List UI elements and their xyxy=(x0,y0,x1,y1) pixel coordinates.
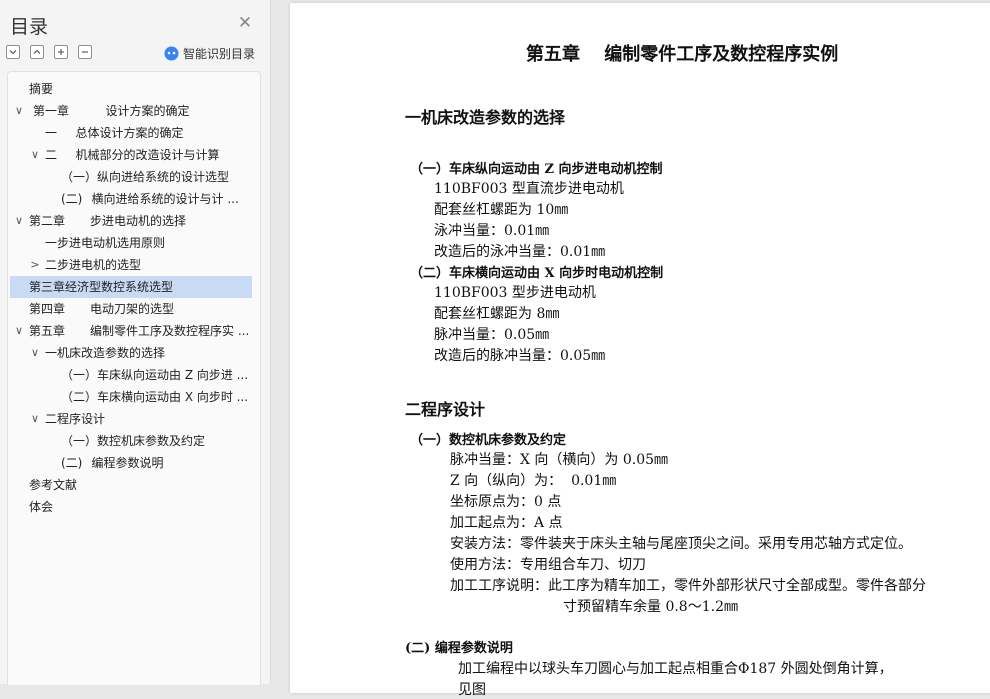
collapse-all-icon xyxy=(9,50,17,55)
toc-item-abstract[interactable]: 摘要 xyxy=(10,78,252,100)
toc-item-label: 第五章 编制零件工序及数控程序实 ... xyxy=(29,324,250,338)
body-line: 110BF003 型直流步进电动机 xyxy=(434,181,624,197)
toc-panel: 目录 ✕ 智能识别目录 摘要 ∨ 第一章 设计方案的确定 一 总体设计方案的确定… xyxy=(0,0,271,685)
toc-item-reflections[interactable]: 体会 xyxy=(10,496,252,518)
collapse-all-button[interactable] xyxy=(6,45,20,59)
toc-item-motor-selection[interactable]: > 二步进电机的选型 xyxy=(10,254,252,276)
body-line: 寸预留精车余量 0.8～1.2㎜ xyxy=(563,599,738,615)
close-icon: ✕ xyxy=(237,13,253,33)
toc-item-transverse-feed[interactable]: (二) 横向进给系统的设计与计 ... xyxy=(10,188,252,210)
toc-item-label: 二 机械部分的改造设计与计算 xyxy=(45,148,220,162)
toc-item-label: 一机床改造参数的选择 xyxy=(45,346,166,360)
toc-item-label: 第二章 步进电动机的选择 xyxy=(29,214,187,228)
section-heading: 一机床改造参数的选择 xyxy=(405,108,566,127)
body-line: 加工起点为：A 点 xyxy=(450,515,563,531)
body-line: 加工编程中以球头车刀圆心与加工起点相重合Φ187 外圆处倒角计算， xyxy=(458,661,893,677)
chevron-down-icon[interactable]: ∨ xyxy=(12,320,26,342)
subsection-heading: （二）车床横向运动由 X 向步时电动机控制 xyxy=(410,266,664,281)
toc-item-label: （一）数控机床参数及约定 xyxy=(61,434,206,448)
toc-item-cnc-parameters[interactable]: （一）数控机床参数及约定 xyxy=(10,430,252,452)
body-line: 脉冲当量：X 向（横向）为 0.05㎜ xyxy=(450,452,669,468)
chevron-right-icon[interactable]: > xyxy=(28,254,42,276)
toc-item-overall-design[interactable]: 一 总体设计方案的确定 xyxy=(10,122,252,144)
body-line: 改造后的泳冲当量：0.01㎜ xyxy=(434,244,606,260)
toc-item-parameter-selection[interactable]: ∨ 一机床改造参数的选择 xyxy=(10,342,252,364)
toc-item-programming-parameters[interactable]: (二) 编程参数说明 xyxy=(10,452,252,474)
body-line: 泳冲当量：0.01㎜ xyxy=(434,223,550,239)
toc-item-label: 二程序设计 xyxy=(45,412,106,426)
toc-item-label: （二）车床横向运动由 X 向步时 ... xyxy=(61,390,249,404)
chevron-down-icon[interactable]: ∨ xyxy=(28,408,42,430)
toc-item-label: 第一章 设计方案的确定 xyxy=(33,104,190,118)
chevron-down-icon[interactable]: ∨ xyxy=(12,100,26,122)
smart-toc-button[interactable]: 智能识别目录 xyxy=(164,44,255,62)
collapse-level-button[interactable] xyxy=(78,45,92,59)
toc-item-x-motor[interactable]: （二）车床横向运动由 X 向步时 ... xyxy=(10,386,252,408)
chevron-down-icon[interactable]: ∨ xyxy=(12,210,26,232)
body-line: 使用方法：专用组合车刀、切刀 xyxy=(450,557,646,573)
toc-item-chapter4[interactable]: 第四章 电动刀架的选型 xyxy=(10,298,252,320)
body-line: 见图 xyxy=(458,682,486,698)
toc-item-label: (二) 编程参数说明 xyxy=(61,456,164,470)
toc-item-label: 一 总体设计方案的确定 xyxy=(45,126,184,140)
chevron-down-icon[interactable]: ∨ xyxy=(28,342,42,364)
chapter-title: 第五章 编制零件工序及数控程序实例 xyxy=(526,44,839,65)
section-heading: 二程序设计 xyxy=(405,400,486,419)
expand-level-button[interactable] xyxy=(54,45,68,59)
toc-item-label: 二步进电机的选型 xyxy=(45,258,142,272)
subsection-heading: (二) 编程参数说明 xyxy=(405,641,513,656)
expand-all-icon xyxy=(33,49,41,54)
panel-title: 目录 xyxy=(10,16,49,38)
subsection-heading: （一）数控机床参数及约定 xyxy=(410,433,567,448)
body-line: 110BF003 型步进电动机 xyxy=(434,285,596,301)
document-page: 第五章 编制零件工序及数控程序实例 一机床改造参数的选择 （一）车床纵向运动由 … xyxy=(290,3,990,698)
toc-item-label: （一）纵向进给系统的设计选型 xyxy=(61,170,230,184)
toc-item-label: 一步进电动机选用原则 xyxy=(45,236,166,250)
toc-item-label: 参考文献 xyxy=(29,478,78,492)
toc-item-references[interactable]: 参考文献 xyxy=(10,474,252,496)
body-line: 配套丝杠螺距为 8㎜ xyxy=(434,306,560,322)
toc-item-z-motor[interactable]: （一）车床纵向运动由 Z 向步进 ... xyxy=(10,364,252,386)
body-line: 改造后的脉冲当量：0.05㎜ xyxy=(434,348,606,364)
body-line: Z 向（纵向）为： 0.01㎜ xyxy=(450,473,617,489)
smart-recognition-icon xyxy=(164,46,179,60)
toc-item-label: 第四章 电动刀架的选型 xyxy=(29,302,175,316)
body-line: 配套丝杠螺距为 10㎜ xyxy=(434,202,569,218)
chevron-down-icon[interactable]: ∨ xyxy=(28,144,42,166)
toc-item-label: 体会 xyxy=(29,500,54,514)
toc-item-chapter5[interactable]: ∨ 第五章 编制零件工序及数控程序实 ... xyxy=(10,320,252,342)
body-line: 坐标原点为：0 点 xyxy=(450,494,562,510)
toc-item-chapter3[interactable]: 第三章经济型数控系统选型 xyxy=(10,276,252,298)
toc-item-motor-principles[interactable]: 一步进电动机选用原则 xyxy=(10,232,252,254)
body-line: 脉冲当量：0.05㎜ xyxy=(434,327,550,343)
close-panel-button[interactable]: ✕ xyxy=(236,14,254,32)
toc-item-chapter1[interactable]: ∨ 第一章 设计方案的确定 xyxy=(10,100,252,122)
toc-item-chapter2[interactable]: ∨ 第二章 步进电动机的选择 xyxy=(10,210,252,232)
toc-item-label: 第三章经济型数控系统选型 xyxy=(29,280,174,294)
toc-item-mechanical-design[interactable]: ∨ 二 机械部分的改造设计与计算 xyxy=(10,144,252,166)
expand-all-button[interactable] xyxy=(30,45,44,59)
toc-item-program-design[interactable]: ∨ 二程序设计 xyxy=(10,408,252,430)
toc-item-label: (二) 横向进给系统的设计与计 ... xyxy=(61,192,239,206)
smart-toc-label: 智能识别目录 xyxy=(183,46,256,61)
toc-item-label: （一）车床纵向运动由 Z 向步进 ... xyxy=(61,368,249,382)
body-line: 加工工序说明：此工序为精车加工，零件外部形状尺寸全部成型。零件各部分 xyxy=(450,578,926,594)
toc-item-longitudinal-feed[interactable]: （一）纵向进给系统的设计选型 xyxy=(10,166,252,188)
subsection-heading: （一）车床纵向运动由 Z 向步进电动机控制 xyxy=(410,162,663,177)
body-line: 安装方法：零件装夹于床头主轴与尾座顶尖之间。采用专用芯轴方式定位。 xyxy=(450,536,912,552)
toc-item-label: 摘要 xyxy=(29,82,54,96)
collapse-level-icon xyxy=(82,51,88,53)
toc-list: 摘要 ∨ 第一章 设计方案的确定 一 总体设计方案的确定 ∨ 二 机械部分的改造… xyxy=(7,71,261,685)
expand-level-icon xyxy=(58,49,64,55)
